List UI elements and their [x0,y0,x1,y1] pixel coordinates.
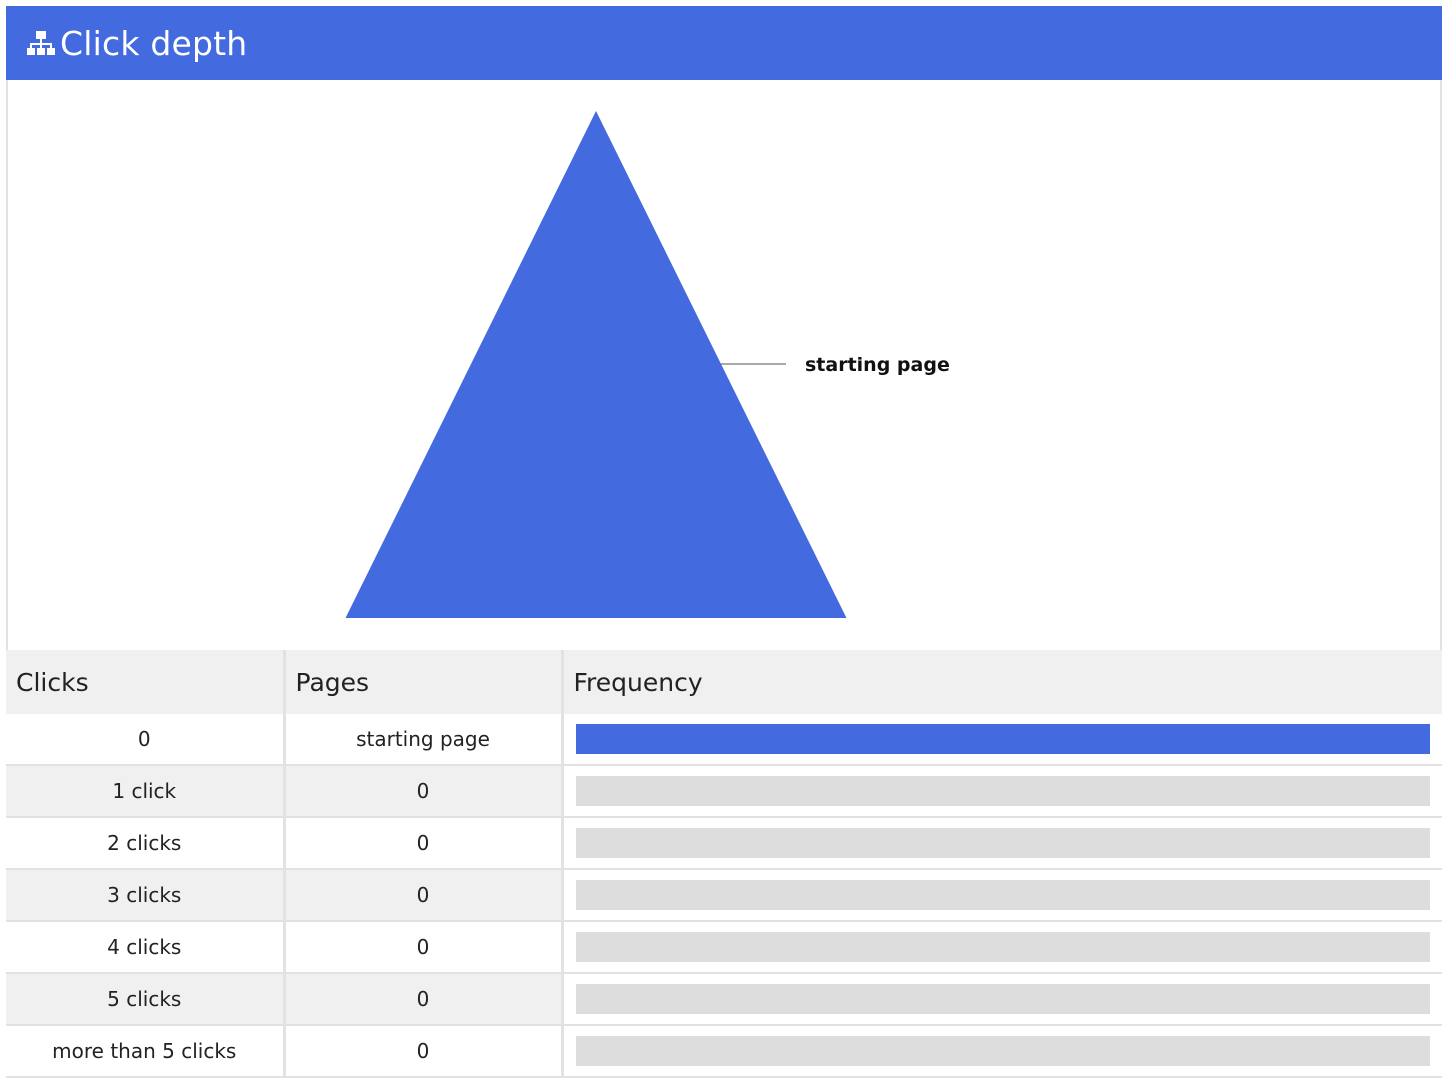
frequency-bar-track [575,880,1430,910]
pages-cell: starting page [284,714,564,766]
segment-label: starting page [805,354,950,376]
pages-cell: 0 [284,817,564,870]
frequency-cell [562,973,1442,1026]
pages-cell: 0 [284,869,564,922]
clicks-cell: more than 5 clicks [6,1025,286,1078]
table-row: 0 starting page [6,714,1442,766]
frequency-bar-track [575,1036,1430,1066]
pages-cell: 0 [284,1025,564,1078]
table-row: 5 clicks 0 [6,973,1442,1026]
frequency-bar-track [575,984,1430,1014]
clicks-cell: 2 clicks [6,817,286,870]
panel-header: Click depth [6,6,1442,80]
frequency-cell [562,1025,1442,1078]
pages-cell: 0 [284,765,564,818]
frequency-bar-track [575,724,1430,754]
frequency-cell [562,817,1442,870]
frequency-bar-fill [575,724,1430,754]
frequency-bar-track [575,776,1430,806]
pages-cell: 0 [284,921,564,974]
sitemap-icon [24,25,60,61]
frequency-cell [562,765,1442,818]
table-row: more than 5 clicks 0 [6,1025,1442,1078]
table-row: 1 click 0 [6,765,1442,818]
clicks-cell: 1 click [6,765,286,818]
click-depth-panel: Click depth starting page Clicks Pages F… [6,6,1442,1078]
table-header-row: Clicks Pages Frequency [6,650,1442,714]
pyramid-chart: starting page [6,80,1442,654]
click-depth-table: Clicks Pages Frequency 0 starting page 1 c… [6,650,1442,1078]
pyramid-svg: starting page [345,111,950,618]
frequency-bar-track [575,932,1430,962]
frequency-cell [562,921,1442,974]
frequency-cell [562,714,1442,766]
clicks-cell: 3 clicks [6,869,286,922]
frequency-bar-track [575,828,1430,858]
clicks-cell: 0 [6,714,286,766]
table-row: 2 clicks 0 [6,817,1442,870]
column-header-clicks: Clicks [6,650,286,714]
pages-cell: 0 [284,973,564,1026]
panel-title: Click depth [60,23,248,63]
table-row: 4 clicks 0 [6,921,1442,974]
table-row: 3 clicks 0 [6,869,1442,922]
column-header-frequency: Frequency [562,650,1442,714]
column-header-pages: Pages [284,650,564,714]
clicks-cell: 4 clicks [6,921,286,974]
clicks-cell: 5 clicks [6,973,286,1026]
frequency-cell [562,869,1442,922]
